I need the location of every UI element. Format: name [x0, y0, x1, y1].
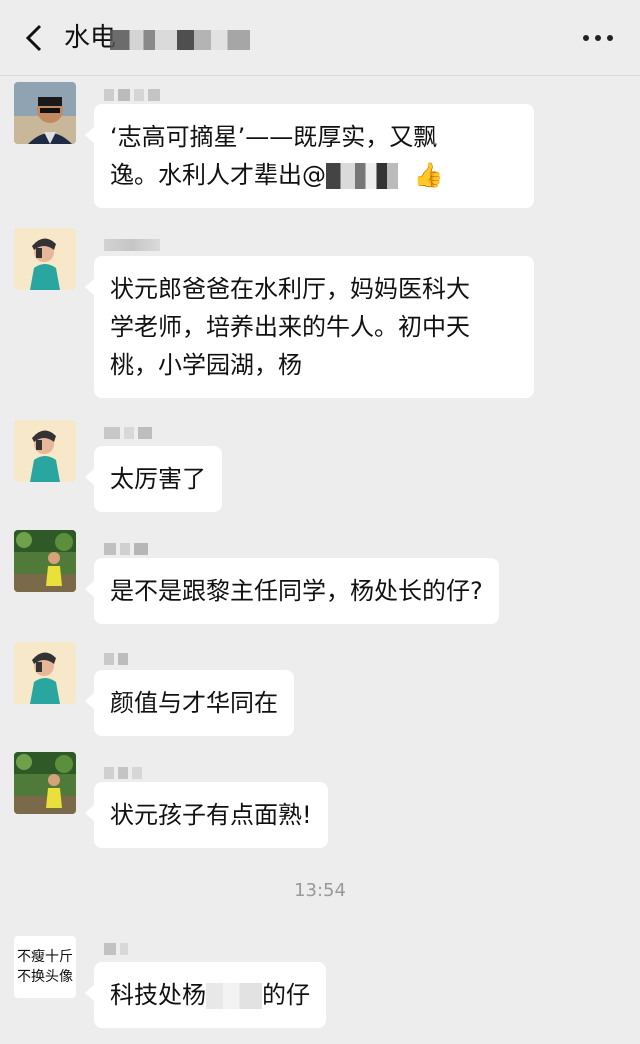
sender-name: [104, 940, 132, 955]
avatar[interactable]: 不瘦十斤 不换头像: [14, 936, 76, 998]
avatar-text: 不瘦十斤: [17, 949, 73, 965]
avatar[interactable]: [14, 420, 76, 482]
message-bubble[interactable]: 科技处杨 的仔: [85, 962, 326, 1028]
message-text: 是不是跟黎主任同学，杨处长的仔?: [110, 577, 483, 605]
avatar[interactable]: [14, 642, 76, 704]
message-text: 科技处杨 的仔: [110, 981, 310, 1009]
chat-header: 水电: [0, 0, 640, 76]
message-text: 状元郎爸爸在水利厅，妈妈医科大: [110, 275, 470, 303]
message-text: 桃，小学园湖，杨: [110, 351, 302, 379]
message-text: ‘志高可摘星’——既厚实，又飘: [110, 123, 438, 151]
message-bubble[interactable]: 是不是跟黎主任同学，杨处长的仔?: [85, 558, 499, 624]
message-bubble[interactable]: 状元孩子有点面熟!: [85, 782, 328, 848]
sender-name: [104, 86, 164, 101]
message-text: 状元孩子有点面熟!: [110, 801, 312, 829]
message-text: 学老师，培养出来的牛人。初中天: [110, 313, 470, 341]
sender-name: [104, 540, 152, 555]
avatar[interactable]: [14, 82, 76, 144]
redacted-name: [206, 983, 262, 1009]
more-options-button[interactable]: [578, 24, 618, 52]
avatar[interactable]: [14, 752, 76, 814]
sender-name: [104, 424, 156, 439]
avatar[interactable]: [14, 228, 76, 290]
timestamp: 13:54: [294, 880, 346, 901]
message-text: 逸。水利人才辈出@ 👍: [110, 161, 444, 189]
redacted-mention: [326, 163, 398, 189]
thumbs-up-icon: 👍: [413, 161, 444, 189]
sender-name: [104, 650, 132, 665]
chevron-left-icon: [25, 24, 42, 52]
avatar[interactable]: [14, 530, 76, 592]
message-text: 太厉害了: [110, 465, 206, 493]
message-bubble[interactable]: 颜值与才华同在: [85, 670, 294, 736]
message-text: 颜值与才华同在: [110, 689, 278, 717]
more-dots-icon: [583, 35, 589, 41]
back-button[interactable]: [14, 18, 54, 58]
message-bubble[interactable]: 状元郎爸爸在水利厅，妈妈医科大 学老师，培养出来的牛人。初中天 桃，小学园湖，杨: [85, 256, 534, 398]
sender-name: [104, 236, 164, 251]
avatar-text: 不换头像: [17, 969, 73, 985]
message-bubble[interactable]: ‘志高可摘星’——既厚实，又飘 逸。水利人才辈出@ 👍: [85, 104, 534, 208]
chat-title: 水电: [64, 23, 117, 53]
redacted-title-mosaic: [110, 30, 250, 50]
message-bubble[interactable]: 太厉害了: [85, 446, 222, 512]
sender-name: [104, 764, 146, 779]
